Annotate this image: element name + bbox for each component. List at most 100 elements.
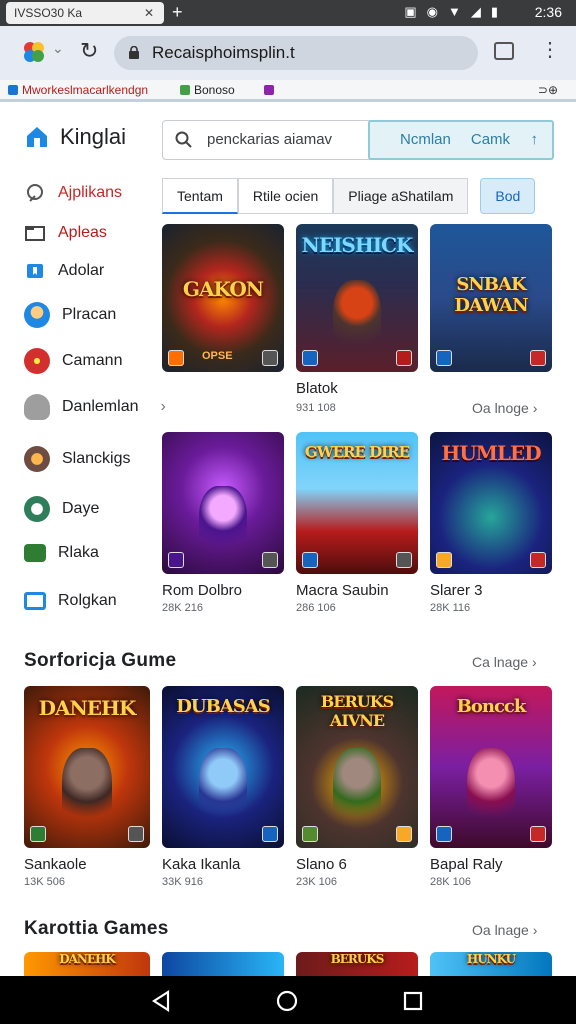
back-icon[interactable] [150, 990, 172, 1012]
reload-icon[interactable]: ↻ [80, 38, 98, 64]
badge-icon [128, 826, 144, 842]
art-title: Boncck [456, 695, 527, 717]
sidebar-item-3[interactable]: Plracan [24, 302, 116, 328]
game-name[interactable]: Kaka Ikanla [162, 856, 240, 873]
bookmark-extra[interactable]: ⊃⊕ [538, 80, 558, 100]
new-tab-icon[interactable]: + [172, 0, 183, 24]
chevron-down-icon[interactable]: ⌄ [52, 40, 64, 57]
game-card[interactable]: DUBASAS [162, 686, 284, 848]
game-card[interactable]: Boncck [430, 686, 552, 848]
game-card[interactable]: SNBAK DAWAN [430, 224, 552, 372]
game-size: 286 106 [296, 602, 336, 614]
badge-icon [530, 552, 546, 568]
game-name[interactable]: Bapal Raly [430, 856, 503, 873]
badge-icon [30, 826, 46, 842]
chevron-right-icon: › [532, 400, 538, 416]
sidebar-item-7[interactable]: Daye [24, 496, 99, 522]
more-menu-icon[interactable]: ⋮ [540, 40, 560, 60]
sidebar-item-label: Plracan [62, 306, 117, 323]
badge-icon [530, 826, 546, 842]
chip-3[interactable]: Bod [480, 178, 536, 214]
game-art: NEISHICK [296, 224, 418, 372]
arrow-up-icon: ↑ [530, 131, 539, 148]
see-more-link[interactable]: Oa lnage › [472, 922, 537, 938]
sidebar-item-4[interactable]: Camann [24, 348, 122, 374]
chip-1[interactable]: Rtile ocien [237, 178, 334, 214]
badge-icon [168, 552, 184, 568]
game-name[interactable]: Slarer 3 [430, 582, 483, 599]
art-title: DANEHK [59, 952, 116, 966]
game-card[interactable] [162, 432, 284, 574]
sidebar-item-label: Adolar [58, 262, 105, 279]
app-title: Kinglai [60, 124, 127, 149]
system-nav-bar [0, 976, 576, 1024]
sidebar-item-9[interactable]: Rolgkan [24, 592, 117, 610]
sidebar-item-0[interactable]: Ajplikans [24, 182, 122, 204]
game-name[interactable]: Rom Dolbro [162, 582, 242, 599]
game-name[interactable]: Macra Saubin [296, 582, 389, 599]
badge-icon [302, 552, 318, 568]
close-tab-icon[interactable]: ✕ [144, 2, 154, 24]
chevron-right-icon[interactable]: › [160, 398, 165, 416]
game-name[interactable]: Blatok [296, 380, 338, 397]
recents-icon[interactable] [402, 990, 424, 1012]
clock-icon [24, 446, 50, 472]
cta-button[interactable]: Ncmlan Camk ↑ [368, 120, 554, 160]
sidebar-item-1[interactable]: Apleas [24, 222, 107, 244]
game-card[interactable]: DANEHK [24, 686, 150, 848]
badge-icon [396, 552, 412, 568]
home-nav-icon[interactable] [276, 990, 298, 1012]
game-name[interactable]: Sankaole [24, 856, 87, 873]
status-icons: ▣ ◉ ▼ ◢ ▮ [404, 4, 498, 20]
art-title: GWERE DIRE [304, 443, 410, 462]
browser-logo-icon[interactable] [22, 40, 46, 64]
section-title: Sorforicja Gume [24, 650, 177, 671]
game-art: HUMLED [430, 432, 552, 574]
clock: 2:36 [534, 4, 562, 20]
see-more-link[interactable]: Oa lnoge › [472, 400, 537, 416]
game-card[interactable]: NEISHICK [296, 224, 418, 372]
address-bar[interactable]: Recaisphoimsplin.t [114, 36, 478, 70]
sidebar-item-6[interactable]: Slanckigs [24, 446, 130, 472]
game-art: Boncck [430, 686, 552, 848]
game-card[interactable]: HUNKU [430, 952, 552, 976]
game-card[interactable]: BERUKS AIVNE [296, 686, 418, 848]
game-card[interactable]: BERUKS [296, 952, 418, 976]
sidebar-item-label: Rolgkan [58, 592, 117, 609]
game-art: BERUKS AIVNE [296, 686, 418, 848]
bookmark-item-2[interactable]: Bonoso [194, 80, 235, 100]
bookmark-item-1[interactable]: Mworkeslmacarlkendgn [22, 80, 148, 100]
sidebar-item-2[interactable]: Adolar [24, 260, 104, 282]
badge-icon [436, 350, 452, 366]
browser-toolbar: ⌄ ↻ Recaisphoimsplin.t ⋮ [0, 26, 576, 80]
game-size: 931 108 [296, 402, 336, 414]
art-title: BERUKS AIVNE [320, 692, 394, 731]
info-icon [27, 184, 43, 202]
game-figure [332, 280, 382, 358]
home-icon [27, 127, 47, 147]
search-placeholder: penckarias aiamav [207, 131, 333, 148]
search-input[interactable]: penckarias aiamav [162, 120, 370, 160]
game-figure [332, 747, 382, 832]
browser-tab[interactable]: IVSSO30 Ka ✕ [6, 2, 164, 24]
chip-2[interactable]: Pliage aShatilam [333, 178, 469, 214]
sidebar-item-5[interactable]: Danlemlan › [24, 394, 166, 420]
game-card[interactable] [162, 952, 284, 976]
chip-0[interactable]: Tentam [162, 178, 238, 214]
game-card[interactable]: DANEHK [24, 952, 150, 976]
app-brand[interactable]: Kinglai [24, 124, 126, 150]
game-name[interactable]: Slano 6 [296, 856, 347, 873]
wifi-icon: ▼ [447, 4, 461, 19]
see-more-label: Oa lnage [472, 922, 529, 938]
circle-icon [24, 496, 50, 522]
game-card[interactable]: GWERE DIRE [296, 432, 418, 574]
user-icon [24, 302, 50, 328]
game-card[interactable]: HUMLED [430, 432, 552, 574]
badge-icon [396, 826, 412, 842]
sidebar-item-8[interactable]: Rlaka [24, 544, 99, 562]
see-more-link[interactable]: Ca lnage › [472, 654, 537, 670]
art-title: DANEHK [38, 695, 137, 720]
game-art: BERUKS [296, 952, 418, 976]
tab-switcher-icon[interactable] [494, 42, 514, 60]
game-card[interactable]: GAKON OPSE [162, 224, 284, 372]
